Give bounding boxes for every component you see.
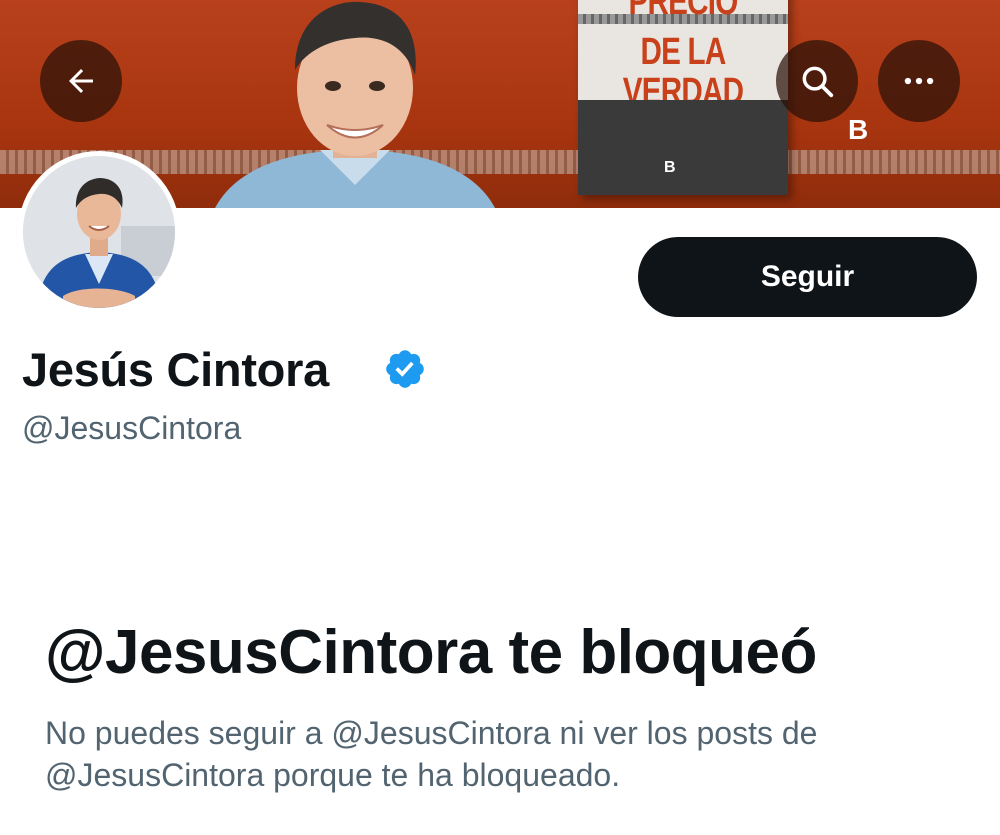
- profile-handle: @JesusCintora: [22, 410, 242, 446]
- book-dark-panel: [578, 100, 788, 195]
- blocked-title: @JesusCintora te bloqueó: [45, 618, 817, 687]
- follow-button[interactable]: Seguir: [638, 237, 977, 317]
- search-button[interactable]: [776, 40, 858, 122]
- book-title-line-2: DE LA: [640, 31, 726, 73]
- display-name: Jesús Cintora: [22, 343, 329, 396]
- blocked-description: No puedes seguir a @JesusCintora ni ver …: [45, 715, 818, 793]
- more-horizontal-icon: [904, 77, 934, 85]
- back-button[interactable]: [40, 40, 122, 122]
- arrow-left-icon: [69, 69, 93, 93]
- banner-book-cover: PRECIO DE LA VERDAD B: [578, 0, 788, 195]
- search-icon: [802, 66, 834, 98]
- publisher-logo: B: [848, 114, 869, 145]
- avatar-photo: [23, 156, 175, 308]
- verified-badge-icon[interactable]: [383, 347, 427, 391]
- avatar[interactable]: [18, 151, 180, 313]
- more-options-button[interactable]: [878, 40, 960, 122]
- banner-person-photo: [215, 1, 495, 208]
- book-title-line-1: PRECIO: [628, 0, 739, 23]
- book-publisher-logo: B: [664, 159, 676, 176]
